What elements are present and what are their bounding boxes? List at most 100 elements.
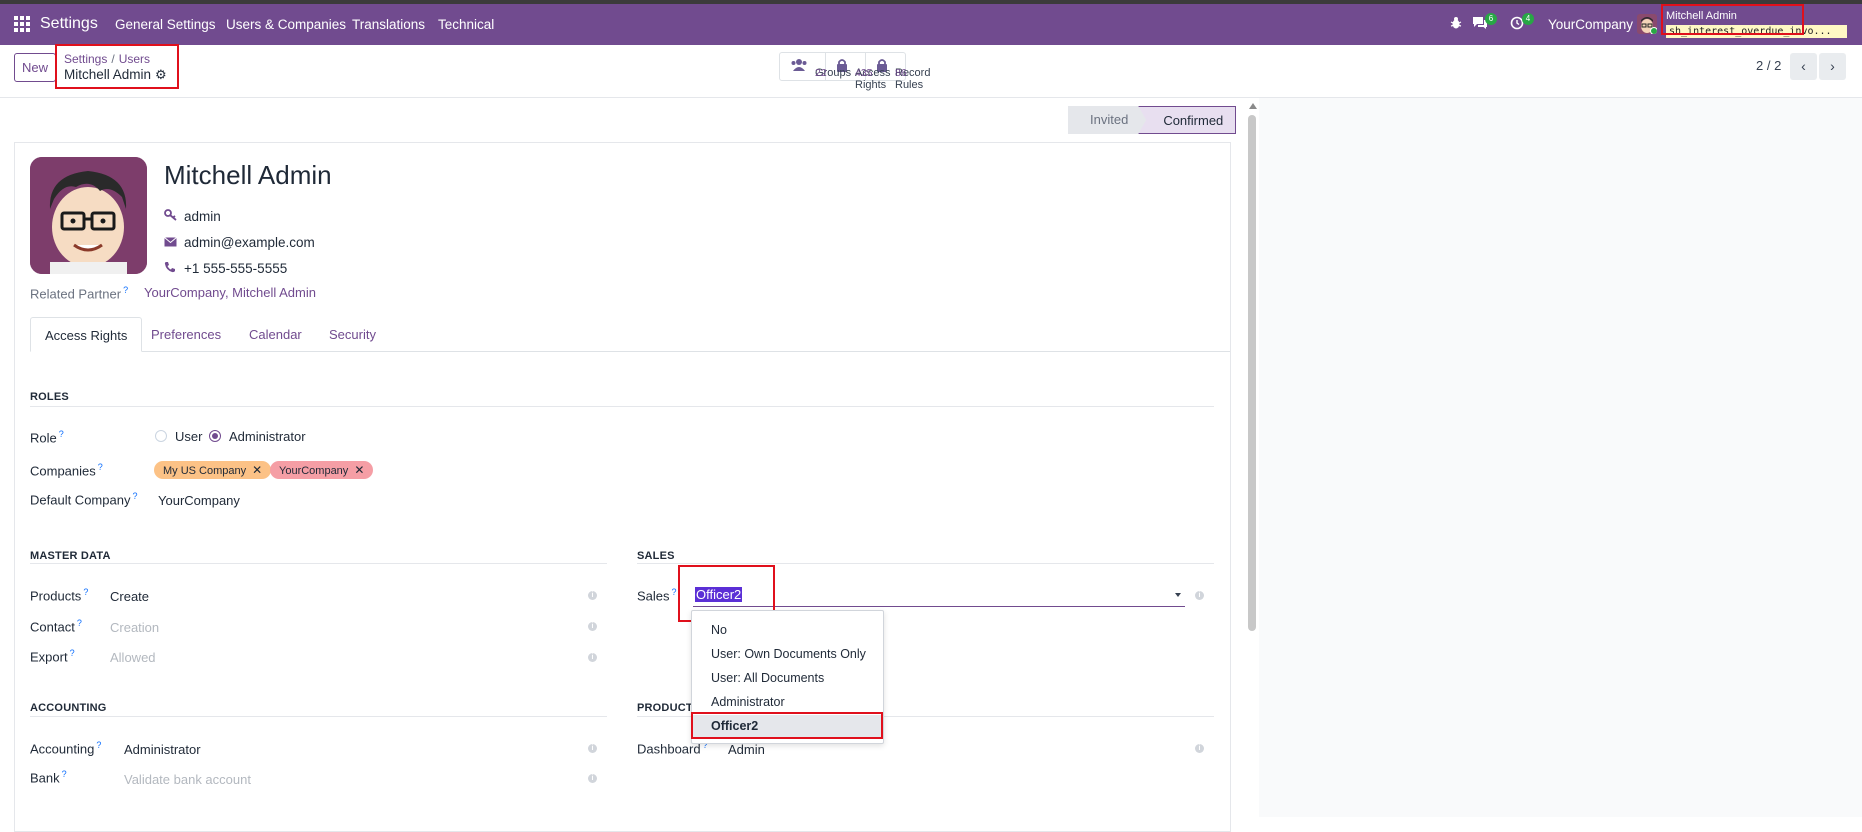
info-icon[interactable]: i xyxy=(588,591,597,600)
email-value[interactable]: admin@example.com xyxy=(184,235,315,250)
login-row: admin xyxy=(164,209,221,224)
contact-label: Contact? xyxy=(30,618,82,635)
chevron-down-icon[interactable] xyxy=(1175,593,1181,597)
bank-value[interactable]: Validate bank account xyxy=(124,772,251,787)
gear-icon[interactable]: ⚙ xyxy=(155,67,167,83)
tab-preferences[interactable]: Preferences xyxy=(151,317,221,352)
products-value[interactable]: Create xyxy=(110,589,149,604)
phone-icon xyxy=(164,261,184,276)
user-photo[interactable] xyxy=(30,157,147,274)
export-label: Export? xyxy=(30,648,75,665)
info-icon[interactable]: i xyxy=(588,744,597,753)
products-label: Products? xyxy=(30,587,89,604)
access-rights-stat-value: 435 xyxy=(855,66,873,79)
default-company-value[interactable]: YourCompany xyxy=(158,493,240,508)
company-tag-us: My US Company ✕ xyxy=(154,461,272,479)
status-confirmed[interactable]: Confirmed xyxy=(1138,106,1237,134)
export-value[interactable]: Allowed xyxy=(110,650,156,665)
role-user-radio[interactable] xyxy=(155,430,167,442)
envelope-icon xyxy=(164,236,184,250)
breadcrumb: Settings / Users xyxy=(64,52,150,66)
info-icon[interactable]: i xyxy=(1195,744,1204,753)
breadcrumb-separator: / xyxy=(111,52,115,66)
messages-badge: 6 xyxy=(1485,13,1497,25)
remove-tag-icon[interactable]: ✕ xyxy=(354,463,364,477)
role-administrator-label[interactable]: Administrator xyxy=(229,429,306,444)
pager-value[interactable]: 2 / 2 xyxy=(1756,58,1781,73)
related-partner-label: Related Partner? xyxy=(30,285,129,302)
info-icon[interactable]: i xyxy=(588,774,597,783)
contact-value[interactable]: Creation xyxy=(110,620,159,635)
scroll-up-icon[interactable] xyxy=(1249,103,1257,109)
status-bar: Invited Confirmed xyxy=(1068,106,1237,134)
app-brand[interactable]: Settings xyxy=(40,15,98,33)
login-value[interactable]: admin xyxy=(184,209,221,224)
accounting-label: Accounting? xyxy=(30,740,102,757)
phone-value[interactable]: +1 555-555-5555 xyxy=(184,261,287,276)
info-icon[interactable]: i xyxy=(588,653,597,662)
menu-users-companies[interactable]: Users & Companies xyxy=(226,17,346,32)
pager-previous-button[interactable]: ‹ xyxy=(1790,53,1817,80)
accounting-section-title: ACCOUNTING xyxy=(30,702,107,714)
company-switcher[interactable]: YourCompany xyxy=(1548,17,1633,32)
users-icon xyxy=(790,58,808,75)
company-tag-yourcompany: YourCompany ✕ xyxy=(270,461,374,479)
email-row: admin@example.com xyxy=(164,235,315,250)
dashboard-value[interactable]: Admin xyxy=(728,742,765,757)
sales-select[interactable]: Officer2 xyxy=(693,583,1185,607)
status-invited[interactable]: Invited xyxy=(1068,106,1149,134)
sales-divider xyxy=(637,563,1214,564)
master-data-section-title: MASTER DATA xyxy=(30,550,111,562)
main-navbar: Settings General Settings Users & Compan… xyxy=(0,4,1862,45)
sales-section-title: SALES xyxy=(637,550,675,562)
accounting-divider xyxy=(30,716,607,717)
apps-menu-icon[interactable] xyxy=(14,16,30,32)
role-administrator-radio[interactable] xyxy=(209,430,221,442)
record-rules-stat-value: 86 xyxy=(895,66,907,79)
tab-calendar[interactable]: Calendar xyxy=(249,317,302,352)
sales-label: Sales? xyxy=(637,587,677,604)
roles-divider xyxy=(30,406,1214,407)
dropdown-option-all-documents[interactable]: User: All Documents xyxy=(692,667,883,689)
tab-access-rights[interactable]: Access Rights xyxy=(30,317,143,352)
dropdown-option-administrator[interactable]: Administrator xyxy=(692,691,883,713)
accounting-value[interactable]: Administrator xyxy=(124,742,201,757)
groups-stat-value: 22 xyxy=(815,66,827,79)
roles-section-title: ROLES xyxy=(30,391,69,403)
dropdown-option-officer2[interactable]: Officer2 xyxy=(692,715,883,737)
productivity-section-title: PRODUCT xyxy=(637,702,693,714)
user-name-heading[interactable]: Mitchell Admin xyxy=(164,160,332,191)
record-title: Mitchell Admin xyxy=(64,67,152,82)
sales-select-value[interactable]: Officer2 xyxy=(695,587,743,602)
menu-translations[interactable]: Translations xyxy=(352,17,425,32)
remove-tag-icon[interactable]: ✕ xyxy=(252,463,262,477)
role-user-label[interactable]: User xyxy=(175,429,202,444)
pager-next-button[interactable]: › xyxy=(1819,53,1846,80)
info-icon[interactable]: i xyxy=(588,622,597,631)
new-record-button[interactable]: New xyxy=(14,53,56,82)
dropdown-option-no[interactable]: No xyxy=(692,619,883,641)
default-company-label: Default Company? xyxy=(30,491,138,508)
debug-bug-icon[interactable] xyxy=(1450,16,1462,33)
companies-label: Companies? xyxy=(30,462,103,479)
menu-technical[interactable]: Technical xyxy=(438,17,494,32)
tab-security[interactable]: Security xyxy=(329,317,376,352)
menu-general-settings[interactable]: General Settings xyxy=(115,17,216,32)
stat-buttons: Groups 22 Access Rights 435 Record Rules 86 xyxy=(779,52,930,91)
breadcrumb-users[interactable]: Users xyxy=(119,52,150,66)
user-avatar[interactable] xyxy=(1637,14,1657,34)
related-partner-link[interactable]: YourCompany, Mitchell Admin xyxy=(144,285,316,300)
dropdown-option-own-documents[interactable]: User: Own Documents Only xyxy=(692,643,883,665)
user-menu-name[interactable]: Mitchell Admin xyxy=(1666,10,1737,22)
database-name-label: sh_interest_overdue_invo... xyxy=(1666,25,1847,38)
groups-stat-button[interactable]: Groups 22 xyxy=(780,53,851,80)
form-scrollbar[interactable] xyxy=(1248,101,1256,631)
breadcrumb-settings[interactable]: Settings xyxy=(64,52,107,66)
activities-badge: 4 xyxy=(1522,13,1534,25)
sales-dropdown-menu: No User: Own Documents Only User: All Do… xyxy=(691,610,884,744)
control-panel: New Settings / Users Mitchell Admin ⚙ Grou… xyxy=(0,45,1862,98)
form-tabs: Access Rights Preferences Calendar Secur… xyxy=(30,317,1230,352)
key-icon xyxy=(164,209,184,224)
info-icon[interactable]: i xyxy=(1195,591,1204,600)
phone-row: +1 555-555-5555 xyxy=(164,261,287,276)
